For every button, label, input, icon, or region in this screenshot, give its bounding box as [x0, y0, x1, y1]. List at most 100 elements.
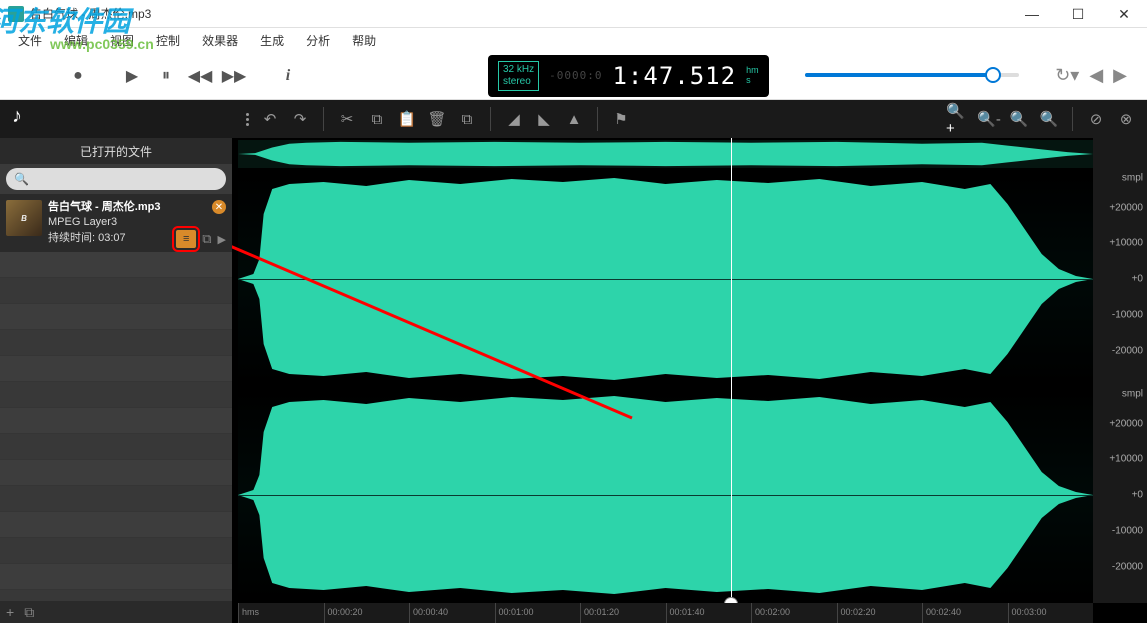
amp-tick: +0 [1132, 490, 1143, 501]
channel-left[interactable] [238, 174, 1093, 384]
title-bar: 告白气球 - 周杰伦.mp3 — ☐ ✕ [0, 0, 1147, 28]
ruler-mark: 00:01:20 [580, 603, 666, 623]
progress-slider[interactable] [805, 73, 1020, 79]
redo-button[interactable]: ↷ [287, 106, 313, 132]
position-readout: -0000:0 [549, 69, 602, 82]
amp-tick: -10000 [1112, 526, 1143, 537]
add-button[interactable]: + [6, 604, 14, 620]
file-name: 告白气球 - 周杰伦.mp3 [48, 200, 224, 215]
close-button[interactable]: ✕ [1101, 0, 1147, 28]
list-row [0, 382, 232, 408]
copy-button[interactable]: ⧉ [364, 106, 390, 132]
search-icon: 🔍 [14, 172, 29, 186]
file-play-icon[interactable]: ▶ [218, 233, 226, 246]
minimize-button[interactable]: — [1009, 0, 1055, 28]
menu-help[interactable]: 帮助 [342, 29, 386, 52]
list-row [0, 356, 232, 382]
delete-button[interactable]: 🗑 [424, 106, 450, 132]
search-input[interactable]: 🔍 [6, 168, 226, 190]
main-area: 已打开的文件 🔍 B 告白气球 - 周杰伦.mp3 MPEG Layer3 持续… [0, 138, 1147, 623]
editor-toolbar: ♪ ↶ ↷ ✂ ⧉ 📋 🗑 ⧉ ◢ ◣ ▲ ⚑ 🔍+ 🔍- 🔍 🔍 ⊘ ⊗ [0, 100, 1147, 138]
list-row [0, 252, 232, 278]
ruler-mark: 00:00:40 [409, 603, 495, 623]
list-row [0, 590, 232, 601]
open-folder-button[interactable]: ≡ [176, 230, 196, 248]
amp-unit: smpl [1122, 389, 1143, 400]
history-icon[interactable]: ↻▾ [1055, 65, 1079, 86]
ruler-mark: 00:01:00 [495, 603, 581, 623]
paste-button[interactable]: 📋 [394, 106, 420, 132]
history-nav: ↻▾ ◀ ▶ [1055, 65, 1137, 86]
amp-tick: -20000 [1112, 346, 1143, 357]
menu-fx[interactable]: 效果器 [192, 29, 248, 52]
sidebar: 已打开的文件 🔍 B 告白气球 - 周杰伦.mp3 MPEG Layer3 持续… [0, 138, 232, 623]
waveform-area[interactable]: smpl +20000 +10000 +0 -10000 -20000 smpl… [232, 138, 1147, 623]
rewind-button[interactable]: ◀◀ [186, 62, 214, 90]
zoom-out-button[interactable]: 🔍- [976, 106, 1002, 132]
tool-b-button[interactable]: ⊗ [1113, 106, 1139, 132]
cut-button[interactable]: ✂ [334, 106, 360, 132]
crop-button[interactable]: ⧉ [454, 106, 480, 132]
record-button[interactable]: ● [64, 62, 92, 90]
amp-tick: -10000 [1112, 310, 1143, 321]
menu-bar: 文件 编辑 视图 控制 效果器 生成 分析 帮助 [0, 28, 1147, 52]
ruler-mark: hms [238, 603, 324, 623]
app-icon [8, 6, 24, 22]
menu-edit[interactable]: 编辑 [54, 29, 98, 52]
menu-control[interactable]: 控制 [146, 29, 190, 52]
time-readout: 1:47.512 [612, 62, 736, 90]
progress-thumb[interactable] [985, 67, 1001, 83]
next-button[interactable]: ▶ [1113, 65, 1127, 86]
ruler-mark: 00:03:00 [1008, 603, 1094, 623]
amp-tick: -20000 [1112, 562, 1143, 573]
menu-view[interactable]: 视图 [100, 29, 144, 52]
undo-button[interactable]: ↶ [257, 106, 283, 132]
overview-waveform[interactable] [238, 140, 1093, 168]
fade-in-button[interactable]: ◢ [501, 106, 527, 132]
drag-handle-icon[interactable] [242, 113, 253, 126]
menu-file[interactable]: 文件 [8, 29, 52, 52]
channel-mode: stereo [503, 76, 534, 88]
file-item[interactable]: B 告白气球 - 周杰伦.mp3 MPEG Layer3 持续时间: 03:07… [0, 194, 232, 252]
link-icon[interactable]: ⧉ [202, 231, 211, 247]
pause-button[interactable]: ⏸ [152, 62, 180, 90]
audio-format-badge: 32 kHz stereo [498, 61, 539, 91]
ruler-mark: 00:02:40 [922, 603, 1008, 623]
stop-button[interactable] [10, 62, 38, 90]
fade-out-button[interactable]: ◣ [531, 106, 557, 132]
sample-rate: 32 kHz [503, 64, 534, 76]
maximize-button[interactable]: ☐ [1055, 0, 1101, 28]
amplitude-scale: smpl +20000 +10000 +0 -10000 -20000 smpl… [1093, 138, 1147, 603]
file-actions: ≡ ⧉ ▶ [176, 230, 226, 248]
tool-a-button[interactable]: ⊘ [1083, 106, 1109, 132]
normalize-button[interactable]: ▲ [561, 106, 587, 132]
ruler-mark: 00:00:20 [324, 603, 410, 623]
menu-analyze[interactable]: 分析 [296, 29, 340, 52]
amp-tick: +20000 [1109, 419, 1143, 430]
ruler-mark: 00:01:40 [666, 603, 752, 623]
play-button[interactable]: ▶ [118, 62, 146, 90]
amp-tick: +20000 [1109, 203, 1143, 214]
file-list: B 告白气球 - 周杰伦.mp3 MPEG Layer3 持续时间: 03:07… [0, 194, 232, 601]
ruler-mark: 00:02:20 [837, 603, 923, 623]
amp-tick: +10000 [1109, 238, 1143, 249]
marker-button[interactable]: ⚑ [608, 106, 634, 132]
menu-generate[interactable]: 生成 [250, 29, 294, 52]
sidebar-header: 已打开的文件 [0, 138, 232, 164]
time-ruler[interactable]: hms 00:00:20 00:00:40 00:01:00 00:01:20 … [238, 603, 1093, 623]
channel-right[interactable] [238, 390, 1093, 600]
list-row [0, 538, 232, 564]
playhead[interactable] [731, 138, 732, 603]
info-button[interactable]: i [274, 62, 302, 90]
zoom-fit-button[interactable]: 🔍 [1006, 106, 1032, 132]
amp-tick: +10000 [1109, 454, 1143, 465]
ruler-mark: 00:02:00 [751, 603, 837, 623]
forward-button[interactable]: ▶▶ [220, 62, 248, 90]
zoom-in-button[interactable]: 🔍+ [946, 106, 972, 132]
zoom-sel-button[interactable]: 🔍 [1036, 106, 1062, 132]
list-row [0, 278, 232, 304]
options-icon[interactable]: ⧉ [24, 604, 34, 621]
list-row [0, 512, 232, 538]
file-close-button[interactable]: ✕ [212, 200, 226, 214]
prev-button[interactable]: ◀ [1089, 65, 1103, 86]
